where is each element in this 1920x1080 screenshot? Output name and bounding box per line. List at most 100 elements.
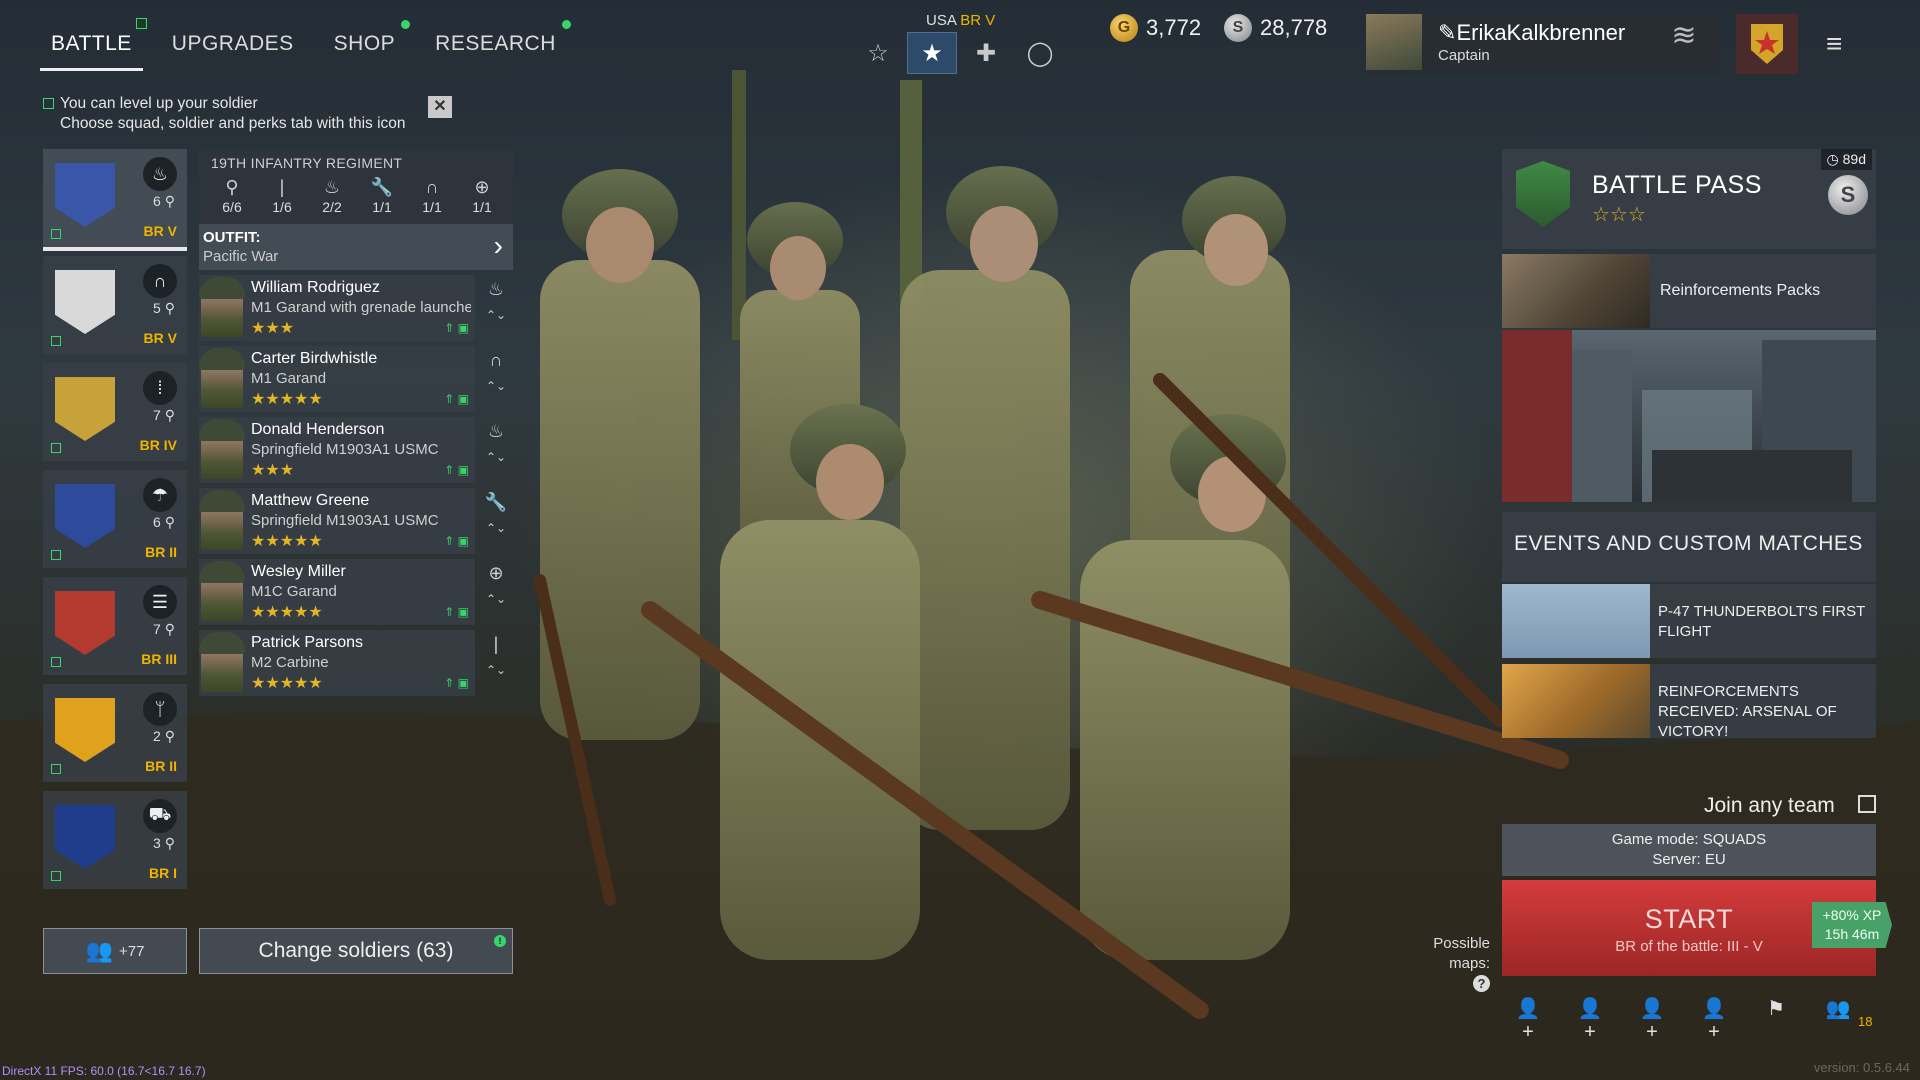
xp-boost-timer: 15h 46m — [1824, 926, 1880, 942]
soldier-row[interactable]: William Rodriguez M1 Garand with grenade … — [199, 275, 475, 341]
event-item[interactable]: REINFORCEMENTS RECEIVED: ARSENAL OF VICT… — [1502, 664, 1876, 740]
soldier-helmet — [199, 561, 245, 583]
hint-line-2: Choose squad, soldier and perks tab with… — [60, 115, 406, 132]
events-and-custom-matches-header[interactable]: EVENTS AND CUSTOM MATCHES — [1502, 512, 1876, 582]
gold-amount: 3,772 — [1146, 15, 1202, 40]
squad-br: BR III — [141, 651, 177, 667]
silver-currency[interactable]: S 28,778 — [1224, 14, 1327, 42]
level-up-square-icon — [51, 871, 61, 881]
campaign-star-outline-button[interactable]: ☆ — [853, 32, 903, 74]
hamburger-menu-icon[interactable]: ≡ — [1826, 28, 1842, 60]
slot-engineer: 🔧 1/1 — [357, 177, 407, 215]
level-up-arrow-icon: ⇑ ▣ — [444, 534, 469, 548]
squad-card[interactable]: ⁞ 7 ⚲ BR IV — [43, 363, 187, 461]
possible-maps[interactable]: Possible maps: ? — [1428, 934, 1490, 994]
friends-group-icon[interactable]: 👥 — [1820, 996, 1856, 1044]
all-squads-button[interactable]: 👥 +77 — [43, 928, 187, 974]
squad-card[interactable]: ☰ 7 ⚲ BR III — [43, 577, 187, 675]
outfit-value: Pacific War — [203, 248, 279, 265]
nation-br: BR V — [960, 12, 996, 29]
soldier-row[interactable]: Patrick Parsons M2 Carbine ★★★★★ ⇑ ▣ — [199, 630, 475, 696]
star-outline-icon: ☆ — [867, 39, 889, 67]
tab-upgrades[interactable]: UPGRADES — [161, 22, 305, 71]
flag-icon[interactable]: ⚑ — [1758, 996, 1794, 1044]
change-soldiers-button[interactable]: Change soldiers (63) ! — [199, 928, 513, 974]
reinforcements-thumbnail — [1502, 254, 1650, 328]
close-hint-button[interactable]: ✕ — [428, 96, 452, 118]
join-any-team-label: Join any team — [1704, 794, 1835, 817]
squad-br: BR II — [145, 758, 177, 774]
soldier-row[interactable]: Wesley Miller M1C Garand ★★★★★ ⇑ ▣ — [199, 559, 475, 625]
tab-battle[interactable]: BATTLE — [40, 18, 147, 71]
reorder-arrows-icon: ⌃⌄ — [485, 308, 507, 322]
game-mode-info[interactable]: Game mode: SQUADS Server: EU — [1502, 824, 1876, 876]
battle-pass-panel[interactable]: BATTLE PASS ☆☆☆ ◷ 89d S — [1502, 149, 1876, 249]
soldier-role-slot[interactable]: ⊕ ⌃⌄ — [479, 563, 513, 629]
soldier-name: William Rodriguez — [251, 279, 380, 296]
squad-card[interactable]: ⛟ 3 ⚲ BR I — [43, 791, 187, 889]
squad-soldier-count: 3 ⚲ — [153, 835, 175, 851]
slot-rifleman: | 1/6 — [257, 177, 307, 215]
reinforcements-packs-link[interactable]: Reinforcements Packs — [1502, 254, 1876, 328]
soldier-stars: ★★★ — [251, 462, 295, 479]
main-nav: BATTLE UPGRADES SHOP RESEARCH — [40, 18, 585, 71]
squad-soldier-count: 6 ⚲ — [153, 193, 175, 209]
campaign-plus-button[interactable]: ✚ — [961, 32, 1011, 74]
battle-pass-title: BATTLE PASS — [1592, 171, 1762, 199]
slot-sniper: ⊕ 1/1 — [457, 177, 507, 215]
soldier-row[interactable]: Carter Birdwhistle M1 Garand ★★★★★ ⇑ ▣ — [199, 346, 475, 412]
soldier-role-slot[interactable]: ∩ ⌃⌄ — [479, 350, 513, 416]
squad-card[interactable]: ☂ 6 ⚲ BR II — [43, 470, 187, 568]
tab-battle-label: BATTLE — [51, 32, 132, 55]
soldier-role-slot[interactable]: 🔧 ⌃⌄ — [479, 492, 513, 558]
parachute-icon: ☂ — [143, 478, 177, 512]
level-up-arrow-icon: ⇑ ▣ — [444, 463, 469, 477]
level-up-square-icon — [43, 98, 54, 109]
soldier-name: Carter Birdwhistle — [251, 350, 378, 367]
squad-soldier-count: 7 ⚲ — [153, 621, 175, 637]
squad-card[interactable]: ∩ 5 ⚲ BR V — [43, 256, 187, 354]
invite-player-icon[interactable]: 👤+ — [1696, 996, 1732, 1044]
outfit-selector[interactable]: OUTFIT: Pacific War › — [199, 224, 513, 270]
rank-chevrons-button[interactable]: ≋ — [1662, 18, 1706, 68]
squad-card[interactable]: ♨ 6 ⚲ BR V — [43, 149, 187, 251]
invite-player-icon[interactable]: 👤+ — [1634, 996, 1670, 1044]
soldier-row[interactable]: Donald Henderson Springfield M1903A1 USMC… — [199, 417, 475, 483]
tab-upgrades-label: UPGRADES — [171, 32, 294, 55]
squad-emblem-icon — [55, 377, 115, 441]
soldier-role-slot[interactable]: | ⌃⌄ — [479, 634, 513, 700]
join-any-team-checkbox[interactable] — [1858, 795, 1876, 813]
soldier-row[interactable]: Matthew Greene Springfield M1903A1 USMC ★★… — [199, 488, 475, 554]
soldier-weapon: Springfield M1903A1 USMC — [251, 441, 439, 458]
event-item[interactable]: P-47 THUNDERBOLT'S FIRST FLIGHT — [1502, 584, 1876, 658]
tab-shop[interactable]: SHOP — [323, 20, 411, 71]
slot-flamer: ♨ 2/2 — [307, 177, 357, 215]
person-icon: ⚲ — [164, 835, 175, 851]
medal-button[interactable] — [1736, 14, 1798, 74]
reorder-arrows-icon: ⌃⌄ — [485, 521, 507, 535]
gold-currency[interactable]: G 3,772 — [1110, 14, 1201, 42]
nation-name: USA — [926, 12, 957, 29]
soldier-stars: ★★★★★ — [251, 675, 323, 692]
game-mode-text: Game mode: SQUADS — [1611, 831, 1767, 848]
squad-card[interactable]: ᛘ 2 ⚲ BR II — [43, 684, 187, 782]
squad-emblem-icon — [55, 163, 115, 227]
tab-research[interactable]: RESEARCH — [424, 20, 571, 71]
soldier-stars: ★★★★★ — [251, 604, 323, 621]
soldier-role-slot[interactable]: ♨ ⌃⌄ — [479, 421, 513, 487]
list-icon: ☰ — [143, 585, 177, 619]
squad-soldier-count: 2 ⚲ — [153, 728, 175, 744]
campaign-circle-button[interactable]: ◯ — [1015, 32, 1065, 74]
invite-player-icon[interactable]: 👤+ — [1510, 996, 1546, 1044]
chevrons-icon: ≋ — [1671, 19, 1697, 52]
flame-icon: ♨ — [487, 279, 505, 299]
level-up-indicator-icon — [135, 18, 147, 29]
squad-emblem-icon — [55, 484, 115, 548]
invite-player-icon[interactable]: 👤+ — [1572, 996, 1608, 1044]
hint-line-1: You can level up your soldier — [60, 95, 258, 112]
soldier-role-slot[interactable]: ♨ ⌃⌄ — [479, 279, 513, 345]
wrench-icon: 🔧 — [484, 492, 508, 512]
clock-icon: ◷ — [1826, 151, 1843, 167]
promo-banner[interactable] — [1502, 330, 1876, 502]
campaign-star-selected-button[interactable]: ★ — [907, 32, 957, 74]
